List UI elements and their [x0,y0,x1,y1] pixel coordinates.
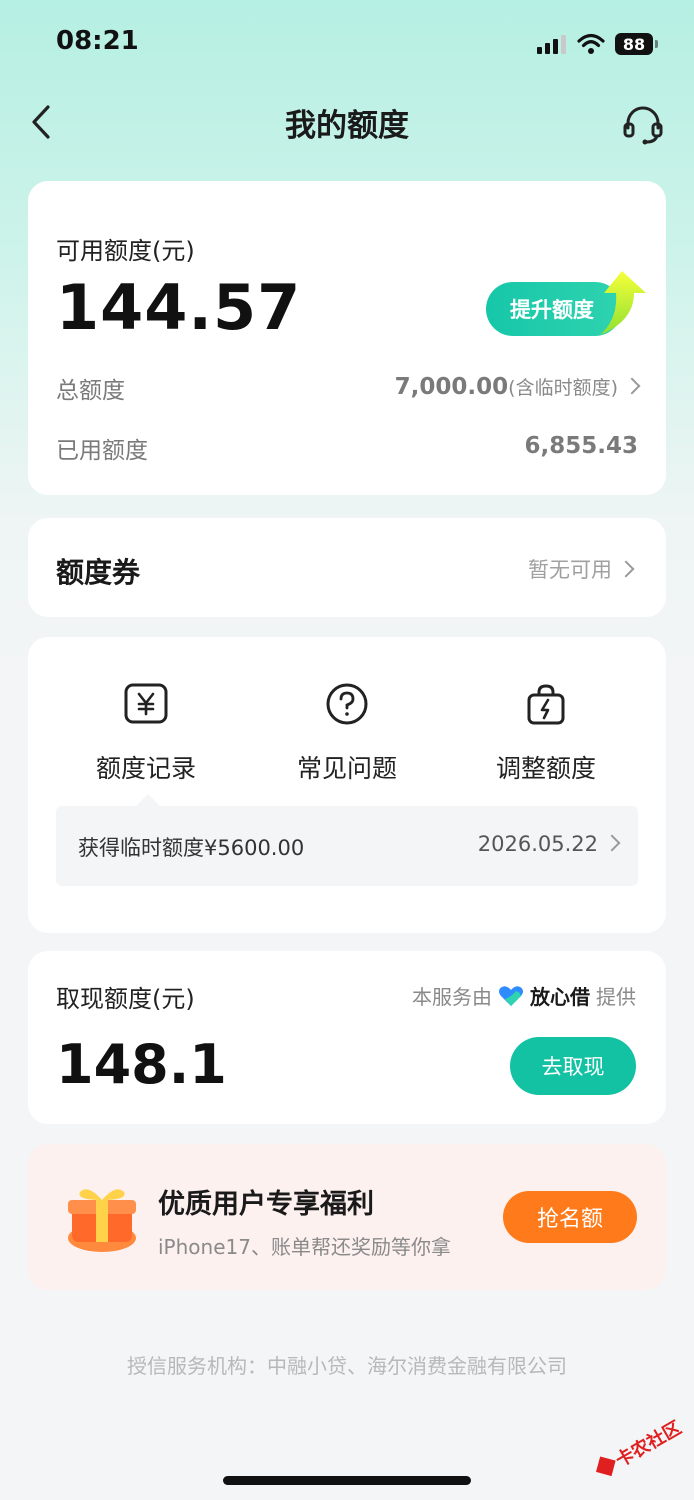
credit-card: 可用额度(元) 144.57 提升额度 总额度 7,000.00(含临时额度) … [28,181,666,495]
question-icon [326,683,368,725]
gift-icon [68,1189,136,1252]
signal-icon [537,35,566,54]
record-date: 2026.05.22 [477,832,621,856]
used-limit-label: 已用额度 [56,438,148,464]
cash-amount: 148.1 [56,1033,227,1096]
coupon-card[interactable]: 额度券 暂无可用 [28,518,666,617]
coupon-status-text: 暂无可用 [528,558,612,582]
total-limit-value: 7,000.00 [394,374,509,400]
heart-logo-icon [499,985,523,1006]
function-label: 调整额度 [495,754,596,783]
provider-brand: 放心借 [530,985,590,1009]
page-title: 我的额度 [285,108,409,144]
available-label: 可用额度(元) [56,237,195,265]
chevron-right-icon [623,377,641,394]
function-adjust-limit[interactable]: 调整额度 [446,681,646,785]
provider-suffix: 提供 [596,985,636,1009]
cash-label: 取现额度(元) [56,985,195,1013]
watermark-text: 卡农社区 [612,1416,685,1471]
status-icons: 88 [537,30,658,58]
function-label: 额度记录 [95,754,196,783]
record-date-text: 2026.05.22 [477,832,598,856]
total-limit-label: 总额度 [56,378,125,404]
arrow-up-icon [600,271,646,335]
footer-text: 授信服务机构：中融小贷、海尔消费金融有限公司 [127,1354,567,1378]
function-card: 额度记录 常见问题 调整额度 获得临时额度¥5600.00 2026.05.22 [28,637,666,933]
promo-subtitle: iPhone17、账单帮还奖励等你拿 [158,1235,451,1259]
chevron-right-icon [617,560,635,578]
provider-info: 本服务由 放心借 提供 [412,981,636,1010]
function-faq[interactable]: 常见问题 [247,681,447,785]
status-time: 08:21 [56,26,139,56]
function-limit-record[interactable]: 额度记录 [46,681,246,785]
chevron-right-icon [603,834,621,852]
total-limit-note: (含临时额度) [508,377,618,399]
headset-icon[interactable] [620,102,666,146]
total-limit-row[interactable]: 7,000.00(含临时额度) [394,373,641,400]
battery-icon: 88 [615,33,658,55]
function-label: 常见问题 [296,754,397,783]
grab-spot-button[interactable]: 抢名额 [503,1191,637,1243]
bolt-bag-icon [527,684,565,725]
watermark-logo: 卡农社区 [596,1416,685,1477]
record-notch [136,794,160,806]
promo-card[interactable]: 优质用户专享福利 iPhone17、账单帮还奖励等你拿 抢名额 [28,1144,666,1290]
used-limit-number: 6,855.43 [524,433,639,459]
battery-level: 88 [615,33,653,55]
promo-title: 优质用户专享福利 [158,1189,374,1220]
record-item[interactable]: 获得临时额度¥5600.00 2026.05.22 [56,806,638,886]
available-amount: 144.57 [56,271,302,344]
coupon-status: 暂无可用 [528,554,635,584]
withdraw-button[interactable]: 去取现 [510,1037,636,1095]
wifi-icon [577,33,605,54]
provider-prefix: 本服务由 [412,985,492,1009]
coupon-title: 额度券 [56,556,141,589]
cash-card: 取现额度(元) 本服务由 放心借 提供 148.1 去取现 [28,951,666,1124]
home-indicator[interactable] [223,1476,471,1485]
used-limit-value: 6,855.43 [525,433,639,459]
yen-icon [124,683,168,724]
record-text: 获得临时额度¥5600.00 [78,836,305,860]
